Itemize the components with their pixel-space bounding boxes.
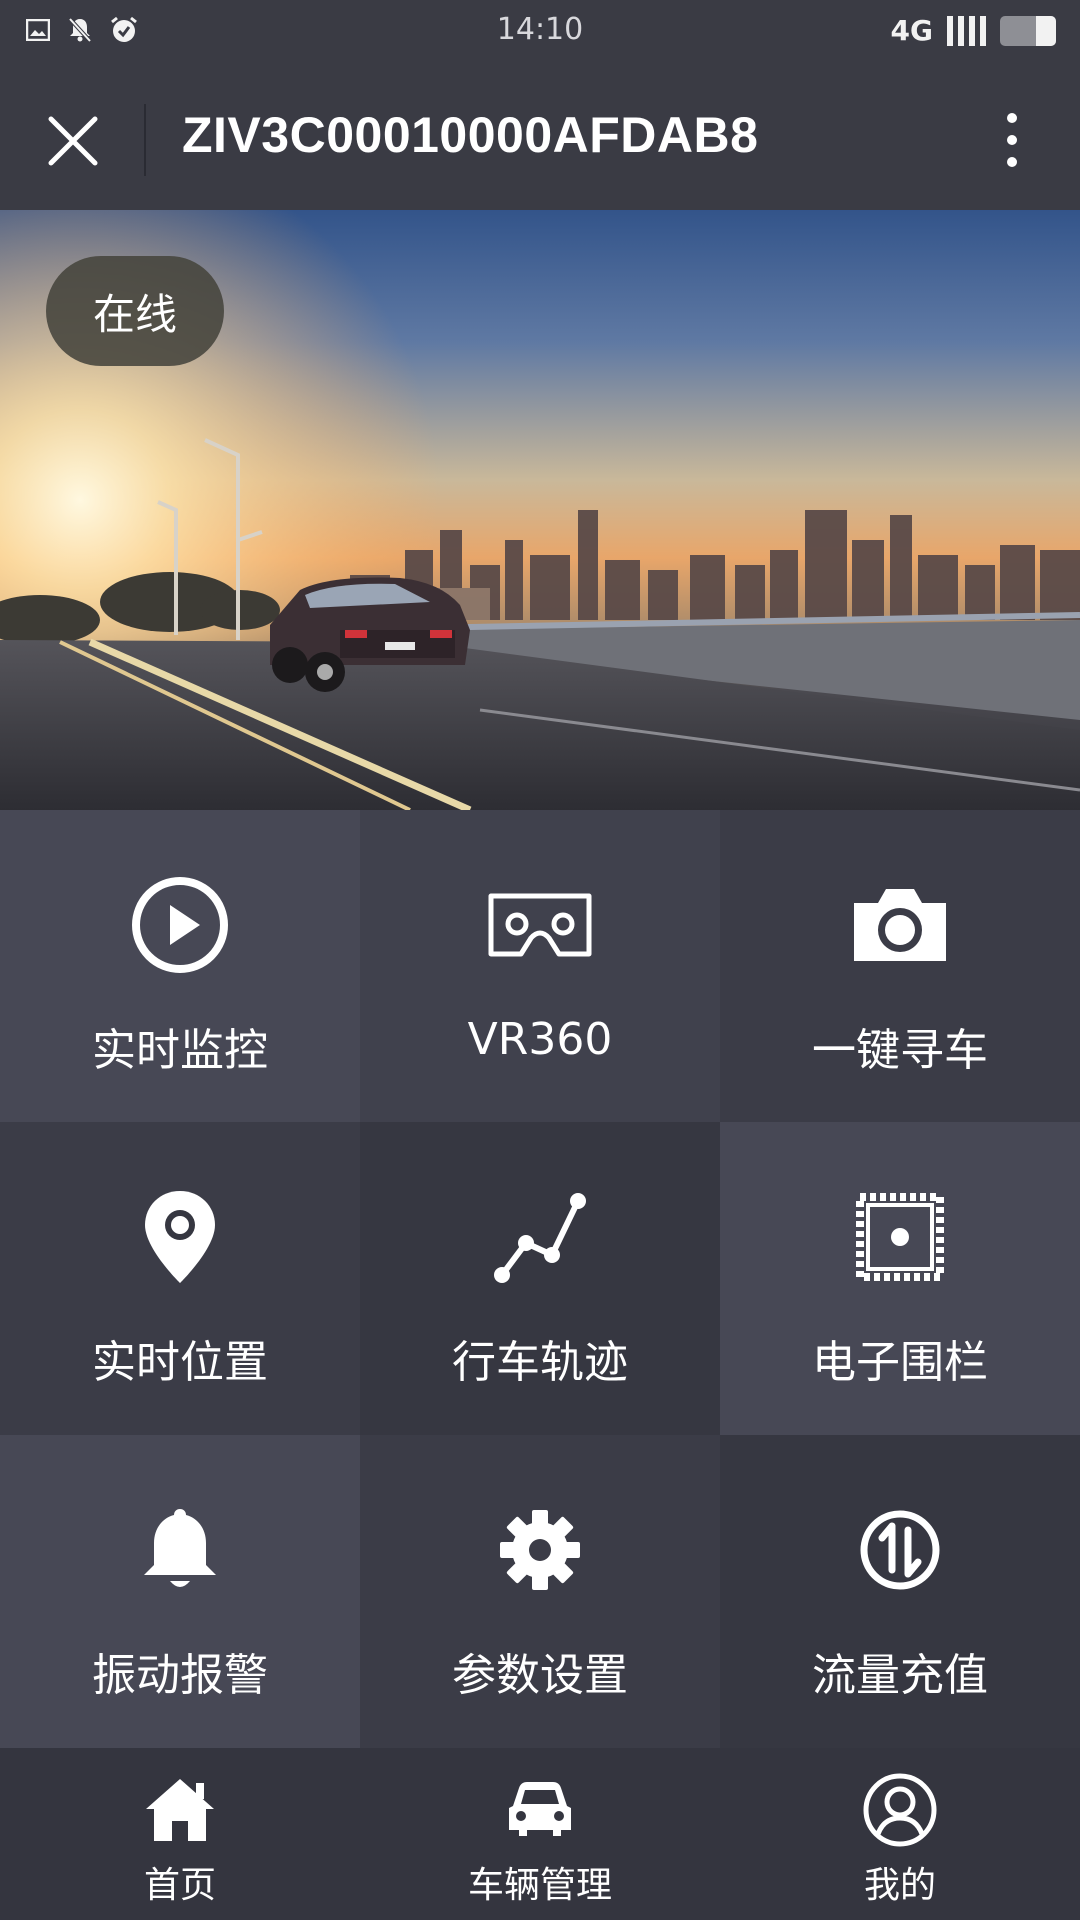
feature-vibration-alarm[interactable]: 振动报警	[0, 1435, 360, 1748]
close-button[interactable]	[28, 96, 118, 186]
feature-data-recharge[interactable]: 流量充值	[720, 1435, 1080, 1748]
more-vertical-icon	[1007, 113, 1017, 123]
feature-live-monitor[interactable]: 实时监控	[0, 810, 360, 1122]
vr-headset-icon	[485, 870, 595, 980]
header-divider	[144, 104, 146, 176]
app-header: ZIV3C00010000AFDAB8	[0, 64, 1080, 210]
bottom-navigation: 首页 车辆管理 我的	[0, 1748, 1080, 1920]
feature-find-car[interactable]: 一键寻车	[720, 810, 1080, 1122]
nav-home[interactable]: 首页	[0, 1748, 360, 1920]
nav-label: 我的	[863, 1865, 936, 1906]
geofence-icon	[845, 1182, 955, 1292]
car-icon	[500, 1770, 580, 1850]
feature-vr360[interactable]: VR360	[360, 810, 720, 1122]
feature-label: 实时位置	[92, 1337, 268, 1388]
battery-icon	[1000, 15, 1056, 46]
feature-label: 振动报警	[92, 1650, 268, 1701]
feature-label: VR360	[467, 1014, 613, 1065]
device-title: ZIV3C00010000AFDAB8	[182, 107, 759, 163]
nav-profile[interactable]: 我的	[720, 1748, 1080, 1920]
feature-live-location[interactable]: 实时位置	[0, 1122, 360, 1435]
bell-icon	[125, 1495, 235, 1605]
nav-label: 首页	[143, 1865, 216, 1906]
feature-driving-track[interactable]: 行车轨迹	[360, 1122, 720, 1435]
feature-settings[interactable]: 参数设置	[360, 1435, 720, 1748]
feature-label: 流量充值	[812, 1650, 988, 1701]
track-line-icon	[485, 1182, 595, 1292]
feature-label: 参数设置	[452, 1650, 628, 1701]
location-pin-icon	[125, 1182, 235, 1292]
banner-image: 在线	[0, 210, 1080, 810]
close-icon	[48, 116, 98, 166]
feature-label: 实时监控	[92, 1025, 268, 1076]
online-status-badge: 在线	[46, 256, 224, 366]
status-right-icons: 4G	[891, 14, 1056, 47]
feature-geofence[interactable]: 电子围栏	[720, 1122, 1080, 1435]
status-bar: 14:10 4G	[0, 0, 1080, 64]
network-type: 4G	[890, 14, 933, 47]
nav-label: 车辆管理	[467, 1865, 612, 1906]
data-transfer-icon	[845, 1495, 955, 1605]
feature-label: 电子围栏	[812, 1337, 988, 1388]
nav-vehicle-management[interactable]: 车辆管理	[360, 1748, 720, 1920]
signal-icon	[947, 15, 986, 46]
feature-label: 行车轨迹	[452, 1337, 628, 1388]
camera-icon	[845, 870, 955, 980]
gear-icon	[485, 1495, 595, 1605]
more-menu-button[interactable]	[972, 100, 1052, 180]
play-circle-icon	[125, 870, 235, 980]
home-icon	[140, 1770, 220, 1850]
feature-grid: 实时监控 VR360 一键寻车 实时位置 行车轨迹 电子围栏 振动报警 参数设置…	[0, 810, 1080, 1748]
user-icon	[860, 1770, 940, 1850]
feature-label: 一键寻车	[812, 1025, 988, 1076]
